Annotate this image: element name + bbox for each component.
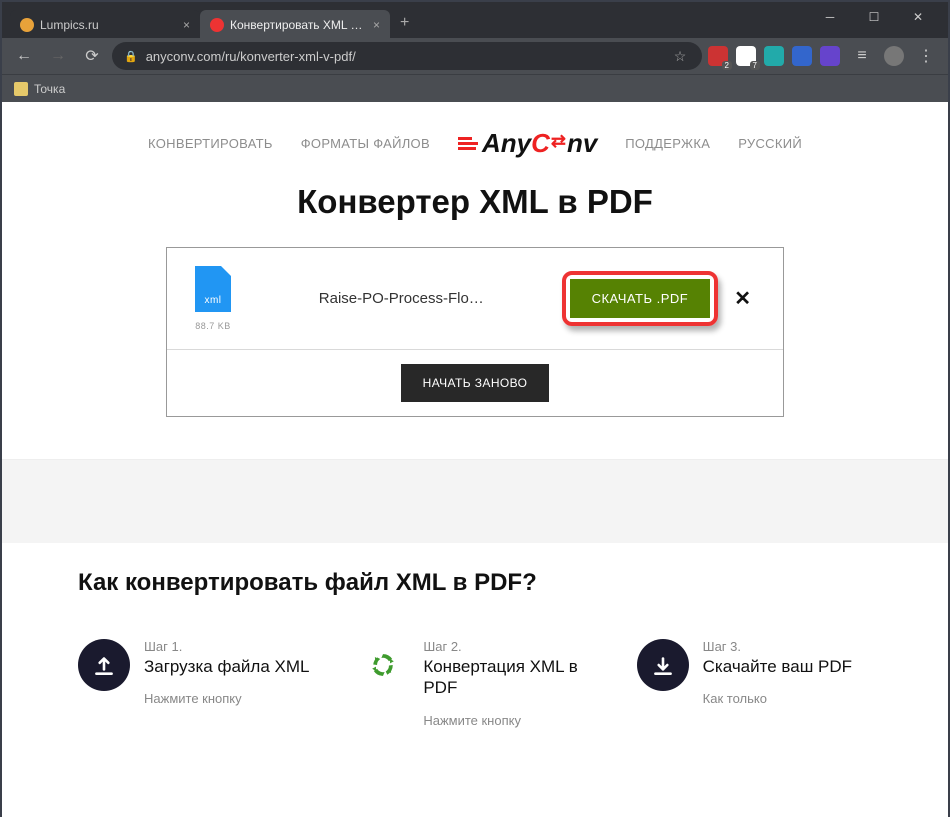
tab-favicon bbox=[210, 18, 224, 32]
step-desc: Нажмите кнопку bbox=[423, 713, 592, 728]
step-title: Загрузка файла XML bbox=[144, 656, 309, 677]
site-header: КОНВЕРТИРОВАТЬ ФОРМАТЫ ФАЙЛОВ AnyC⇄nv ПО… bbox=[2, 102, 948, 165]
logo-text-onv: nv bbox=[567, 128, 597, 159]
step-number: Шаг 2. bbox=[423, 639, 592, 654]
xml-file-icon: xml bbox=[195, 266, 231, 312]
address-bar[interactable]: 🔒 anyconv.com/ru/konverter-xml-v-pdf/ ☆ bbox=[112, 42, 702, 70]
bookmark-label: Точка bbox=[34, 82, 65, 96]
logo-arrows-icon: ⇄ bbox=[551, 131, 566, 152]
extension-icon[interactable]: 7 bbox=[736, 46, 756, 66]
tab-title: Lumpics.ru bbox=[40, 18, 177, 32]
bookmarks-bar: Точка bbox=[2, 74, 948, 102]
bookmark-star-icon[interactable]: ☆ bbox=[670, 46, 690, 66]
browser-tab[interactable]: Конвертировать XML в PDF онл × bbox=[200, 10, 390, 38]
nav-forward-button[interactable]: → bbox=[44, 42, 72, 70]
logo-text-c: C bbox=[531, 128, 550, 159]
restart-button[interactable]: НАЧАТЬ ЗАНОВО bbox=[401, 364, 550, 402]
lock-icon: 🔒 bbox=[124, 50, 138, 63]
extension-icon[interactable] bbox=[820, 46, 840, 66]
file-ext-label: xml bbox=[195, 295, 231, 306]
step-convert: Шаг 2. Конвертация XML в PDF Нажмите кно… bbox=[357, 639, 592, 728]
step-title: Скачайте ваш PDF bbox=[703, 656, 852, 677]
remove-file-button[interactable]: ✕ bbox=[728, 286, 757, 311]
window-maximize-button[interactable]: ☐ bbox=[852, 2, 896, 32]
browser-menu-button[interactable]: ⋮ bbox=[912, 46, 940, 66]
page-content: КОНВЕРТИРОВАТЬ ФОРМАТЫ ФАЙЛОВ AnyC⇄nv ПО… bbox=[2, 102, 948, 819]
step-number: Шаг 1. bbox=[144, 639, 309, 654]
step-desc: Нажмите кнопку bbox=[144, 691, 309, 706]
tab-favicon bbox=[20, 18, 34, 32]
site-logo[interactable]: AnyC⇄nv bbox=[458, 128, 597, 159]
folder-icon bbox=[14, 82, 28, 96]
window-close-button[interactable]: ✕ bbox=[896, 2, 940, 32]
download-icon bbox=[637, 639, 689, 691]
nav-reload-button[interactable]: ⟳ bbox=[78, 42, 106, 70]
download-pdf-button[interactable]: СКАЧАТЬ .PDF bbox=[570, 279, 711, 318]
tab-title: Конвертировать XML в PDF онл bbox=[230, 18, 367, 32]
step-desc: Как только bbox=[703, 691, 852, 706]
reading-list-icon[interactable]: ≡ bbox=[848, 42, 876, 70]
nav-back-button[interactable]: ← bbox=[10, 42, 38, 70]
page-title: Конвертер XML в PDF bbox=[2, 183, 948, 221]
file-icon-block: xml 88.7 KB bbox=[193, 266, 233, 331]
conversion-card: xml 88.7 KB Raise-PO-Process-Flo… СКАЧАТ… bbox=[166, 247, 784, 417]
bookmark-item[interactable]: Точка bbox=[14, 82, 65, 96]
logo-text-any: Any bbox=[482, 128, 531, 159]
extension-icon[interactable] bbox=[764, 46, 784, 66]
extension-badge: 2 bbox=[722, 61, 732, 70]
tab-close-icon[interactable]: × bbox=[373, 18, 380, 32]
restart-row: НАЧАТЬ ЗАНОВО bbox=[167, 349, 783, 416]
step-download: Шаг 3. Скачайте ваш PDF Как только bbox=[637, 639, 872, 728]
window-minimize-button[interactable]: ─ bbox=[808, 2, 852, 32]
new-tab-button[interactable]: + bbox=[390, 8, 419, 38]
step-title: Конвертация XML в PDF bbox=[423, 656, 592, 699]
howto-title: Как конвертировать файл XML в PDF? bbox=[78, 569, 872, 597]
file-name: Raise-PO-Process-Flo… bbox=[251, 290, 552, 307]
file-size: 88.7 KB bbox=[193, 321, 233, 331]
extension-icon[interactable] bbox=[792, 46, 812, 66]
logo-lines-icon bbox=[458, 135, 478, 152]
tab-close-icon[interactable]: × bbox=[183, 18, 190, 32]
nav-support[interactable]: ПОДДЕРЖКА bbox=[625, 136, 710, 151]
step-number: Шаг 3. bbox=[703, 639, 852, 654]
steps-row: Шаг 1. Загрузка файла XML Нажмите кнопку… bbox=[78, 639, 872, 728]
nav-formats[interactable]: ФОРМАТЫ ФАЙЛОВ bbox=[301, 136, 430, 151]
howto-section: Как конвертировать файл XML в PDF? Шаг 1… bbox=[2, 543, 948, 748]
nav-language[interactable]: РУССКИЙ bbox=[738, 136, 802, 151]
step-upload: Шаг 1. Загрузка файла XML Нажмите кнопку bbox=[78, 639, 313, 728]
extensions-area: 2 7 ≡ ⋮ bbox=[708, 42, 940, 70]
url-text: anyconv.com/ru/konverter-xml-v-pdf/ bbox=[146, 49, 662, 64]
extension-icon[interactable]: 2 bbox=[708, 46, 728, 66]
browser-titlebar: Lumpics.ru × Конвертировать XML в PDF он… bbox=[2, 2, 948, 38]
nav-convert[interactable]: КОНВЕРТИРОВАТЬ bbox=[148, 136, 273, 151]
file-row: xml 88.7 KB Raise-PO-Process-Flo… СКАЧАТ… bbox=[167, 248, 783, 349]
upload-icon bbox=[78, 639, 130, 691]
browser-tab[interactable]: Lumpics.ru × bbox=[10, 10, 200, 38]
download-highlight: СКАЧАТЬ .PDF bbox=[570, 279, 711, 318]
profile-avatar[interactable] bbox=[884, 46, 904, 66]
extension-badge: 7 bbox=[750, 61, 760, 70]
browser-toolbar: ← → ⟳ 🔒 anyconv.com/ru/konverter-xml-v-p… bbox=[2, 38, 948, 74]
convert-icon bbox=[357, 639, 409, 691]
section-spacer bbox=[2, 459, 948, 543]
